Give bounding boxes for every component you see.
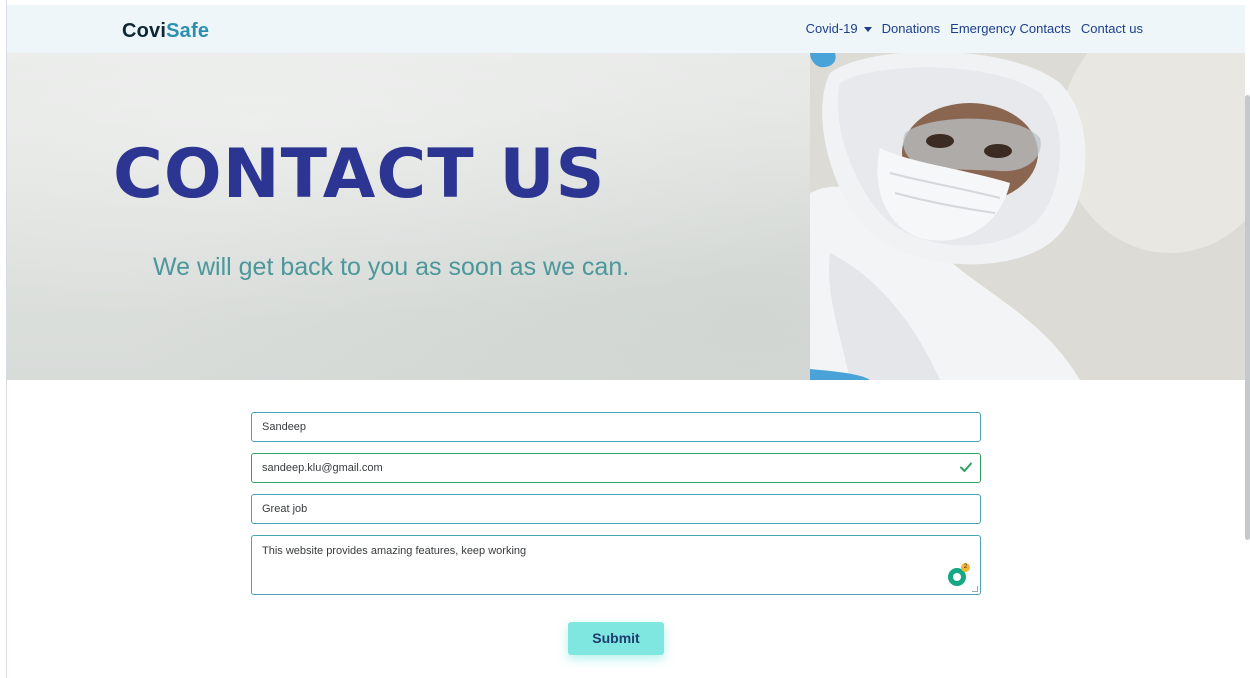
hero-banner: CONTACT US We will get back to you as so…	[7, 53, 1245, 380]
nav-item-label: Emergency Contacts	[950, 21, 1071, 36]
nav-item-covid[interactable]: Covid-19	[806, 21, 872, 36]
nav-item-label: Covid-19	[805, 21, 858, 36]
nav-item-contact-us[interactable]: Contact us	[1081, 21, 1143, 36]
hero-photo-health-worker	[810, 53, 1245, 380]
resize-handle-icon[interactable]	[972, 586, 978, 592]
scrollbar[interactable]	[1245, 95, 1250, 540]
valid-check-icon	[960, 462, 972, 472]
hero-title: CONTACT US	[113, 135, 606, 214]
name-field[interactable]: Sandeep	[251, 412, 981, 442]
message-value: This website provides amazing features, …	[262, 545, 527, 557]
submit-button[interactable]: Submit	[568, 622, 664, 655]
hero-subtitle: We will get back to you as soon as we ca…	[153, 253, 630, 281]
email-field[interactable]: sandeep.klu@gmail.com	[251, 453, 981, 483]
brand-part-1: Covi	[122, 20, 167, 42]
nav-item-label: Donations	[881, 21, 941, 36]
page: CoviSafe Covid-19 Donations Emergency Co…	[0, 0, 1250, 678]
grammarly-icon[interactable]: 2	[948, 563, 970, 586]
brand-part-2: Safe	[166, 20, 210, 42]
health-worker-illustration	[810, 53, 1245, 380]
name-value: Sandeep	[262, 421, 307, 433]
message-textarea[interactable]: This website provides amazing features, …	[251, 535, 981, 595]
nav-item-emergency-contacts[interactable]: Emergency Contacts	[950, 21, 1071, 36]
nav-menu: Covid-19 Donations Emergency Contacts Co…	[806, 21, 1143, 36]
nav-item-donations[interactable]: Donations	[882, 21, 941, 36]
grammarly-count-badge: 2	[961, 563, 970, 572]
caret-down-icon	[863, 26, 872, 32]
navbar: CoviSafe Covid-19 Donations Emergency Co…	[7, 5, 1245, 53]
subject-value: Great job	[262, 503, 308, 515]
nav-item-label: Contact us	[1080, 21, 1143, 36]
subject-field[interactable]: Great job	[251, 494, 981, 524]
email-value: sandeep.klu@gmail.com	[262, 462, 383, 474]
brand-logo[interactable]: CoviSafe	[122, 20, 209, 43]
